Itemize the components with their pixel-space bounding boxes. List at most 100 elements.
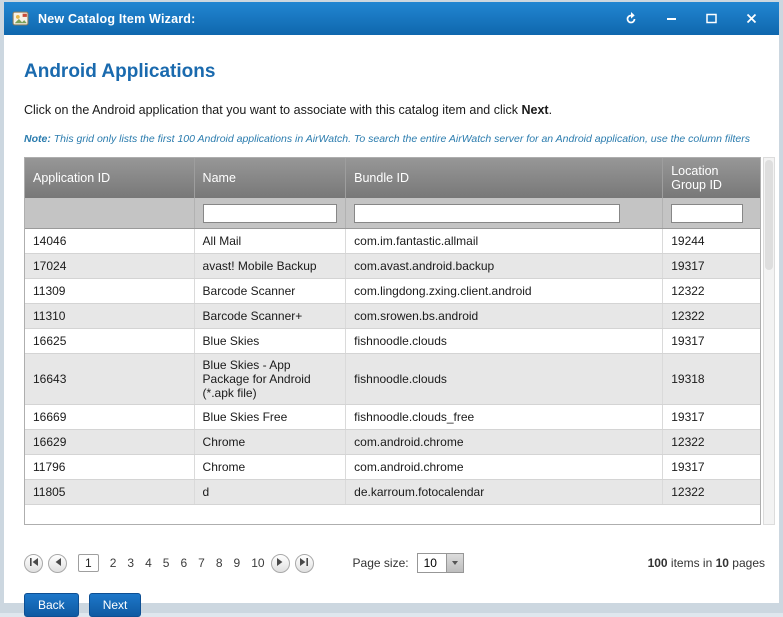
cell-bundle-id: fishnoodle.clouds [346,329,663,353]
name-filter-input[interactable] [203,204,337,223]
table-row[interactable]: 16643 Blue Skies - App Package for Andro… [25,354,760,405]
table-row[interactable]: 11310 Barcode Scanner+ com.srowen.bs.and… [25,304,760,329]
cell-bundle-id: com.android.chrome [346,430,663,454]
cell-application-id: 16629 [25,430,195,454]
cell-application-id: 11309 [25,279,195,303]
summary-items-in: items in [668,556,716,570]
cell-bundle-id: fishnoodle.clouds_free [346,405,663,429]
filter-cell-application-id [25,198,195,228]
vertical-scrollbar[interactable] [763,157,775,525]
last-page-icon [299,554,309,572]
pager-page-3[interactable]: 3 [127,556,134,570]
cell-application-id: 11796 [25,455,195,479]
pager-page-2[interactable]: 2 [110,556,117,570]
refresh-icon[interactable] [623,11,639,27]
column-header-name[interactable]: Name [195,158,347,198]
cell-application-id: 16643 [25,354,195,404]
table-row[interactable]: 11796 Chrome com.android.chrome 19317 [25,455,760,480]
wizard-content: Android Applications Click on the Androi… [4,35,779,617]
page-size-label: Page size: [353,556,409,570]
cell-bundle-id: com.im.fantastic.allmail [346,229,663,253]
note-text: Note: This grid only lists the first 100… [24,133,775,145]
instruction-text: Click on the Android application that yo… [24,103,769,117]
cell-name: Chrome [195,430,347,454]
page-size-dropdown-button[interactable] [447,553,464,573]
next-button[interactable]: Next [89,593,142,617]
grid-area: Application ID Name Bundle ID Location G… [24,157,775,525]
cell-bundle-id: com.avast.android.backup [346,254,663,278]
cell-location-group-id: 12322 [663,304,760,328]
grid-filter-row [25,198,760,229]
cell-name: Blue Skies - App Package for Android (*.… [195,354,347,404]
column-header-bundle-id[interactable]: Bundle ID [346,158,663,198]
pager-first-button[interactable] [24,554,43,573]
cell-bundle-id: de.karroum.fotocalendar [346,480,663,504]
cell-application-id: 17024 [25,254,195,278]
cell-location-group-id: 19317 [663,405,760,429]
scrollbar-thumb[interactable] [765,160,773,270]
back-button[interactable]: Back [24,593,79,617]
maximize-icon[interactable] [703,11,719,27]
cell-application-id: 16669 [25,405,195,429]
cell-location-group-id: 19318 [663,354,760,404]
pager-page-4[interactable]: 4 [145,556,152,570]
window-controls [623,11,759,27]
location-group-id-filter-input[interactable] [671,204,743,223]
summary-pages-word: pages [729,556,765,570]
pager-page-8[interactable]: 8 [216,556,223,570]
pager-page-10[interactable]: 10 [251,556,264,570]
instruction-prefix: Click on the Android application that yo… [24,103,522,117]
minimize-icon[interactable] [663,11,679,27]
pager-page-6[interactable]: 6 [180,556,187,570]
cell-location-group-id: 12322 [663,430,760,454]
bundle-id-filter-input[interactable] [354,204,620,223]
pager-page-9[interactable]: 9 [234,556,241,570]
cell-bundle-id: fishnoodle.clouds [346,354,663,404]
cell-name: Barcode Scanner+ [195,304,347,328]
filter-cell-location-group-id [663,198,760,228]
window-title: New Catalog Item Wizard: [38,12,623,26]
first-page-icon [29,554,39,572]
cell-application-id: 11805 [25,480,195,504]
note-label: Note: [24,133,51,145]
pager-page-1[interactable]: 1 [78,554,99,572]
close-icon[interactable] [743,11,759,27]
filter-cell-name [195,198,347,228]
pager-summary: 100 items in 10 pages [648,556,771,570]
cell-location-group-id: 19317 [663,455,760,479]
wizard-window: New Catalog Item Wizard: Android Applica… [0,0,783,613]
table-row[interactable]: 14046 All Mail com.im.fantastic.allmail … [25,229,760,254]
column-header-application-id[interactable]: Application ID [25,158,195,198]
pager-next-button[interactable] [271,554,290,573]
cell-name: avast! Mobile Backup [195,254,347,278]
wizard-footer: Back Next [24,593,779,617]
grid-header-row: Application ID Name Bundle ID Location G… [25,158,760,198]
table-row[interactable]: 11805 d de.karroum.fotocalendar 12322 [25,480,760,505]
column-header-location-group-id[interactable]: Location Group ID [663,158,760,198]
page-size-value: 10 [417,553,447,573]
cell-bundle-id: com.srowen.bs.android [346,304,663,328]
window-app-icon [12,10,30,28]
cell-name: Barcode Scanner [195,279,347,303]
table-row[interactable]: 16629 Chrome com.android.chrome 12322 [25,430,760,455]
pager-page-numbers: 1 2 3 4 5 6 7 8 9 10 [78,554,265,572]
table-row[interactable]: 11309 Barcode Scanner com.lingdong.zxing… [25,279,760,304]
note-body: This grid only lists the first 100 Andro… [51,133,750,145]
table-row[interactable]: 16625 Blue Skies fishnoodle.clouds 19317 [25,329,760,354]
table-row[interactable]: 17024 avast! Mobile Backup com.avast.and… [25,254,760,279]
pager-page-7[interactable]: 7 [198,556,205,570]
cell-name: d [195,480,347,504]
cell-location-group-id: 19317 [663,254,760,278]
table-row[interactable]: 16669 Blue Skies Free fishnoodle.clouds_… [25,405,760,430]
summary-page-count: 10 [716,556,729,570]
instruction-suffix: . [549,103,552,117]
pager-last-button[interactable] [295,554,314,573]
pager-previous-button[interactable] [48,554,67,573]
cell-location-group-id: 12322 [663,279,760,303]
applications-grid: Application ID Name Bundle ID Location G… [24,157,761,525]
page-size-select[interactable]: 10 [417,553,464,573]
pager-page-5[interactable]: 5 [163,556,170,570]
cell-location-group-id: 12322 [663,480,760,504]
cell-bundle-id: com.lingdong.zxing.client.android [346,279,663,303]
instruction-next-emphasis: Next [522,103,549,117]
